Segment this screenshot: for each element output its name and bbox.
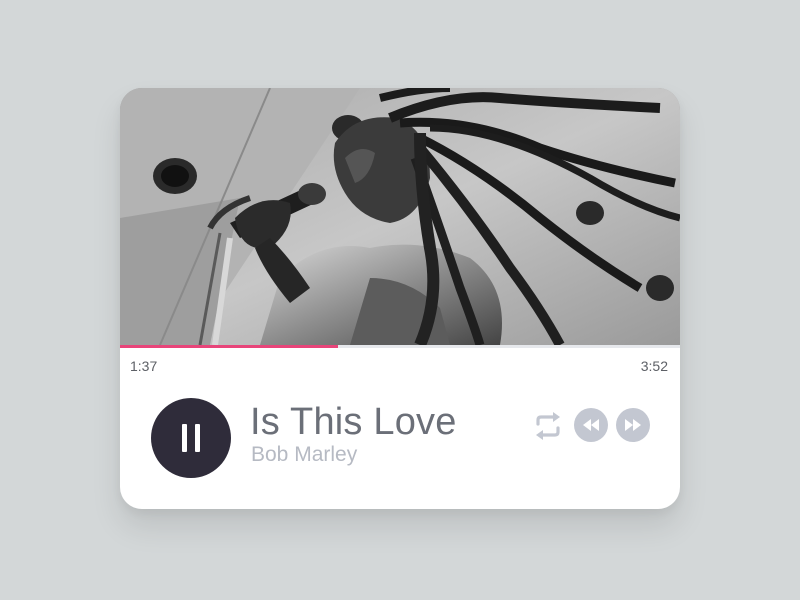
track-title: Is This Love: [250, 401, 457, 443]
artist-name: Bob Marley: [251, 443, 358, 466]
repeat-icon: [536, 412, 560, 440]
rewind-icon: [583, 419, 599, 431]
repeat-button[interactable]: [532, 411, 564, 441]
total-time: 3:52: [640, 358, 668, 374]
pause-button[interactable]: [151, 398, 231, 478]
fast-forward-icon: [625, 419, 641, 431]
pause-icon-bar: [195, 424, 200, 452]
rewind-button[interactable]: [574, 408, 608, 442]
music-player-card: 1:37 3:52 Is This Love Bob Marley: [120, 88, 680, 509]
fast-forward-button[interactable]: [616, 408, 650, 442]
album-cover-image: [120, 88, 680, 345]
progress-bar[interactable]: [120, 345, 680, 348]
pause-icon: [182, 424, 187, 452]
progress-fill: [120, 345, 339, 348]
elapsed-time: 1:37: [130, 358, 158, 374]
